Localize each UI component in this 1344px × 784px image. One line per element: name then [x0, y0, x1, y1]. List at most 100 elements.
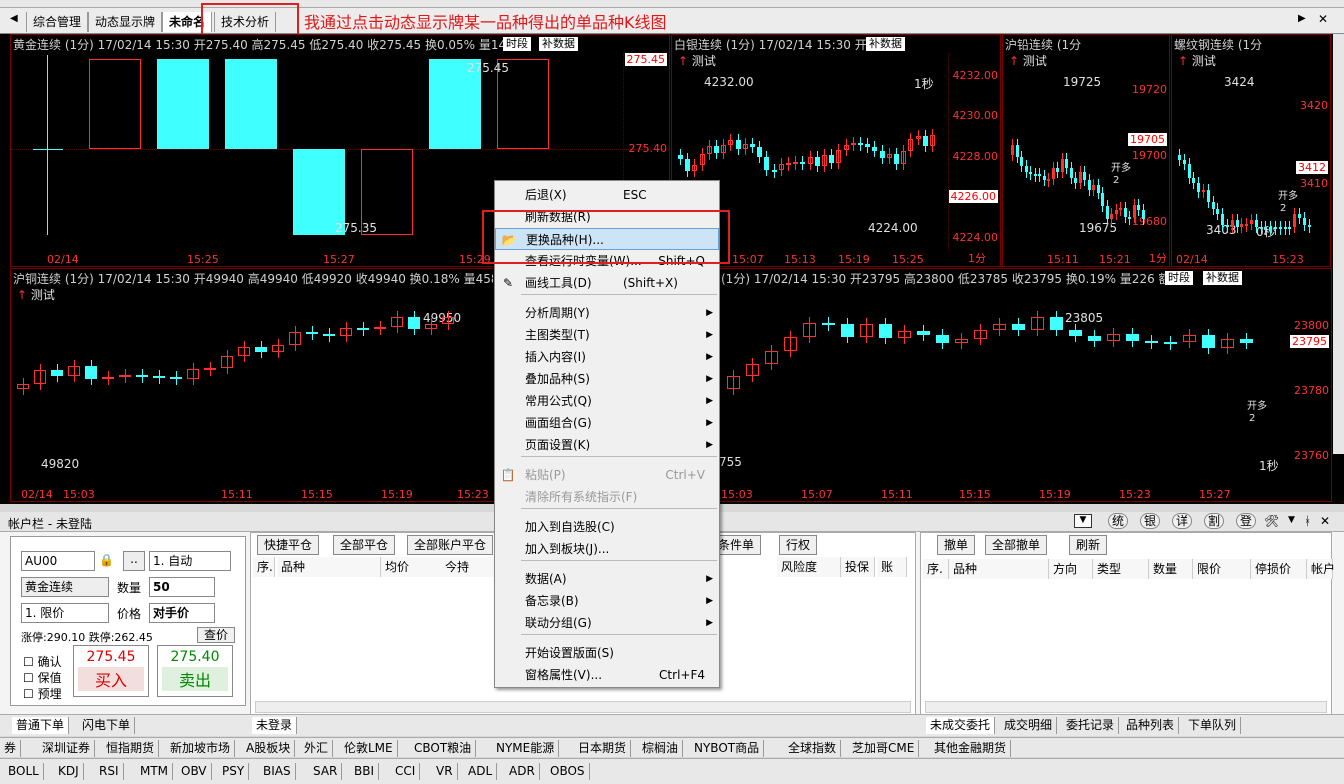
indicator-tab-bbi[interactable]: BBI [350, 763, 380, 780]
panel-rebar[interactable]: 螺纹钢连续 (1分 测试 3420 3412 3410 3424 3403 0秒… [1171, 34, 1331, 267]
right-toolbar[interactable] [1333, 34, 1344, 454]
menu-arrow-icon[interactable]: ▼ [1288, 515, 1295, 525]
tab-scroll-left-icon[interactable]: ◀ [10, 13, 18, 24]
tools-icon[interactable]: 🛠 [1264, 514, 1279, 528]
panel-rubber[interactable]: (1分) 17/02/14 15:30 开23795 高23800 低23785… [718, 268, 1332, 502]
market-tab-7[interactable]: CBOT粮油 [410, 740, 477, 757]
period-button[interactable]: 时段 [1165, 271, 1193, 285]
refill-data-button[interactable]: 补数据 [866, 37, 905, 51]
order-tab-2[interactable]: 委托记录 [1062, 717, 1120, 734]
indicator-tab-obos[interactable]: OBOS [546, 763, 590, 780]
indicator-tab-rsi[interactable]: RSI [95, 763, 124, 780]
menu-item-20[interactable]: 窗格属性(V)... Ctrl+F4 [495, 664, 719, 686]
menu-item-6[interactable]: 主图类型(T) ▶ [495, 324, 719, 346]
tab-normal-order[interactable]: 普通下单 [12, 717, 70, 734]
account-btn-4[interactable]: 登 [1236, 513, 1257, 529]
hedge-checkbox[interactable]: ☐ 保值 [23, 669, 62, 686]
panel-lead[interactable]: 沪铅连续 (1分 测试 19720 19705 19700 19680 1972… [1002, 34, 1170, 267]
market-tab-11[interactable]: NYBOT商品 [690, 740, 765, 757]
tab-close-icon[interactable]: ✕ [1318, 12, 1328, 26]
order-button-2[interactable]: 刷新 [1069, 535, 1108, 555]
tab-overview[interactable]: 综合管理 [26, 12, 89, 32]
preset-checkbox[interactable]: ☐ 预埋 [23, 685, 62, 702]
market-tab-10[interactable]: 棕榈油 [638, 740, 684, 757]
market-tab-3[interactable]: 新加坡市场 [166, 740, 236, 757]
mode-select[interactable]: 1. 自动 [149, 551, 231, 571]
indicator-tab-vr[interactable]: VR [432, 763, 458, 780]
indicator-tab-adr[interactable]: ADR [505, 763, 540, 780]
position-button-1[interactable]: 全部平仓 [333, 535, 396, 555]
positions-scrollbar[interactable] [255, 701, 911, 713]
dropdown-icon[interactable]: ▼ [1074, 514, 1092, 528]
market-tab-1[interactable]: 深圳证券 [38, 740, 96, 757]
price-input[interactable]: 对手价 [149, 603, 215, 623]
order-type-select[interactable]: 1. 限价 [21, 603, 109, 623]
menu-item-18[interactable]: 联动分组(G) ▶ [495, 612, 719, 634]
confirm-checkbox[interactable]: ☐ 确认 [23, 653, 62, 670]
account-btn-1[interactable]: 银 [1140, 513, 1161, 529]
market-tab-13[interactable]: 芝加哥CME [848, 740, 920, 757]
indicator-tab-bias[interactable]: BIAS [259, 763, 296, 780]
menu-item-10[interactable]: 画面组合(G) ▶ [495, 412, 719, 434]
close-icon[interactable]: ✕ [1320, 514, 1330, 528]
pin-icon[interactable]: ᚼ [1304, 514, 1311, 528]
panel-copper[interactable]: 沪铜连续 (1分) 17/02/14 15:30 开49940 高49940 低… [10, 268, 496, 502]
menu-item-5[interactable]: 分析周期(Y) ▶ [495, 302, 719, 324]
indicator-tab-obv[interactable]: OBV [177, 763, 212, 780]
market-tab-4[interactable]: A股板块 [242, 740, 296, 757]
order-button-0[interactable]: 撤单 [937, 535, 976, 555]
orders-scrollbar[interactable] [925, 701, 1327, 713]
market-tab-8[interactable]: NYME能源 [492, 740, 560, 757]
account-btn-3[interactable]: 割 [1204, 513, 1225, 529]
account-btn-2[interactable]: 详 [1172, 513, 1193, 529]
contract-code-input[interactable]: AU00 [21, 551, 95, 571]
order-button-1[interactable]: 全部撤单 [985, 535, 1048, 555]
order-tab-3[interactable]: 品种列表 [1122, 717, 1180, 734]
indicator-tab-adl[interactable]: ADL [464, 763, 498, 780]
refill-data-button[interactable]: 补数据 [539, 37, 578, 51]
menu-item-8[interactable]: 叠加品种(S) ▶ [495, 368, 719, 390]
menu-item-15[interactable]: 加入到板块(J)... [495, 538, 719, 560]
market-tab-5[interactable]: 外汇 [300, 740, 334, 757]
refill-data-button[interactable]: 补数据 [1203, 271, 1242, 285]
order-tab-4[interactable]: 下单队列 [1184, 717, 1242, 734]
indicator-tab-psy[interactable]: PSY [218, 763, 250, 780]
indicator-tab-cci[interactable]: CCI [391, 763, 421, 780]
indicator-tab-kdj[interactable]: KDJ [54, 763, 84, 780]
query-price-button[interactable]: 查价 [197, 627, 236, 643]
order-tab-0[interactable]: 未成交委托 [926, 717, 996, 734]
indicator-tab-sar[interactable]: SAR [309, 763, 343, 780]
tab-not-logged[interactable]: 未登录 [252, 717, 298, 734]
account-btn-0[interactable]: 统 [1108, 513, 1129, 529]
menu-item-16[interactable]: 数据(A) ▶ [495, 568, 719, 590]
buy-button[interactable]: 275.45 买入 [73, 645, 149, 697]
indicator-tab-mtm[interactable]: MTM [136, 763, 174, 780]
menu-item-19[interactable]: 开始设置版面(S) [495, 642, 719, 664]
position-button-4[interactable]: 行权 [779, 535, 818, 555]
menu-item-9[interactable]: 常用公式(Q) ▶ [495, 390, 719, 412]
tab-scroll-right-icon[interactable]: ▶ [1298, 13, 1306, 24]
tab-flash-order[interactable]: 闪电下单 [78, 717, 136, 734]
menu-item-11[interactable]: 页面设置(K) ▶ [495, 434, 719, 456]
period-button[interactable]: 时段 [503, 37, 531, 51]
menu-item-14[interactable]: 加入到自选股(C) [495, 516, 719, 538]
tab-dynamic-board[interactable]: 动态显示牌 [88, 12, 163, 32]
lock-icon[interactable]: 🔒 [99, 553, 114, 567]
market-tab-2[interactable]: 恒指期货 [102, 740, 160, 757]
position-button-2[interactable]: 全部账户平仓 [407, 535, 494, 555]
market-tab-9[interactable]: 日本期货 [574, 740, 632, 757]
menu-item-0[interactable]: 后退(X) ESC [495, 184, 719, 206]
market-tab-14[interactable]: 其他金融期货 [930, 740, 1012, 757]
more-button[interactable]: .. [123, 551, 145, 571]
position-button-0[interactable]: 快捷平仓 [257, 535, 320, 555]
qty-input[interactable]: 50 [149, 577, 215, 597]
market-tab-6[interactable]: 伦敦LME [340, 740, 398, 757]
market-tab-12[interactable]: 全球指数 [784, 740, 842, 757]
order-tab-1[interactable]: 成交明细 [1000, 717, 1058, 734]
indicator-tab-boll[interactable]: BOLL [4, 763, 44, 780]
menu-item-7[interactable]: 插入内容(I) ▶ [495, 346, 719, 368]
menu-item-17[interactable]: 备忘录(B) ▶ [495, 590, 719, 612]
sell-button[interactable]: 275.40 卖出 [157, 645, 233, 697]
menu-item-4[interactable]: 画线工具(D) (Shift+X) ✎ [495, 272, 719, 294]
market-tab-0[interactable]: 券 [0, 740, 22, 757]
